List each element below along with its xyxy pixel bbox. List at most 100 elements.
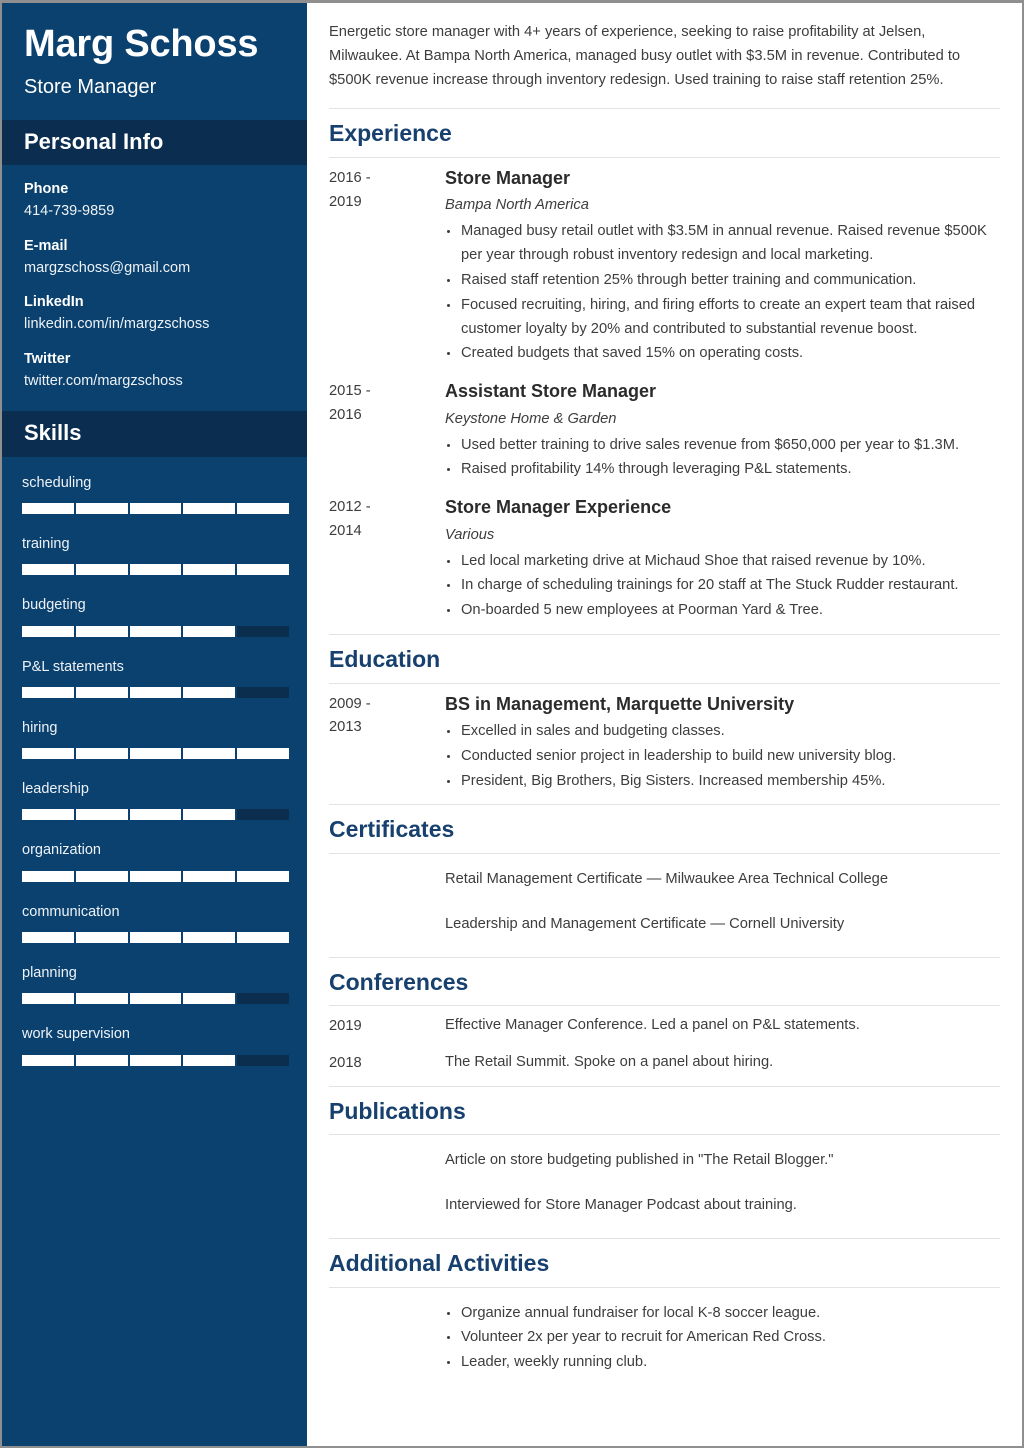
skill-bar-segments <box>22 809 289 821</box>
entry-job-title: Store Manager Experience <box>445 497 672 518</box>
skill-bar-track <box>22 748 289 760</box>
skills-list: scheduling training budgeting P&L statement… <box>2 457 307 1086</box>
bullet-item: Created budgets that saved 15% on operat… <box>445 342 1000 366</box>
skill-bar-segment <box>76 809 130 821</box>
personal-info-heading: Personal Info <box>2 119 307 165</box>
entry-body: BS in Management, Marquette University Ex… <box>445 692 1000 795</box>
skill-label: leadership <box>22 781 89 798</box>
skill-bar-segment <box>130 809 184 821</box>
skill-bar-segment <box>237 871 289 882</box>
skill-bar-segments <box>22 748 289 760</box>
certificates-list: Retail Management Certificate — Milwauke… <box>329 854 1000 957</box>
bullet-item: Used better training to drive sales reve… <box>445 434 1000 458</box>
skill-bar-segment <box>22 993 76 1005</box>
skill-bar-segment <box>237 687 289 698</box>
section-title-conferences: Conferences <box>329 956 1000 1007</box>
bullet-item: Leader, weekly running club. <box>445 1351 1000 1375</box>
skill-bar-segment <box>183 564 238 576</box>
bullet-item: In charge of scheduling trainings for 20… <box>445 574 1000 598</box>
activities-bullets: Organize annual fundraiser for local K-8… <box>445 1302 1000 1375</box>
skill-bar-segment <box>183 993 238 1005</box>
skill-bar-segments <box>22 1054 289 1066</box>
skill-label: budgeting <box>22 597 86 614</box>
entry-date-line: 2016 <box>329 407 362 424</box>
experience-entry: 2012 - 2014 Store Manager Experience Variou… <box>329 495 1000 624</box>
skill-bar-segment <box>183 1054 238 1066</box>
conference-text: The Retail Summit. Spoke on a panel abou… <box>445 1053 774 1070</box>
entry-date-line: 2016 - <box>329 170 371 187</box>
certificate-item: Leadership and Management Certificate — … <box>445 915 845 932</box>
skill-bar-track <box>22 686 289 698</box>
experience-entries: 2016 - 2019 Store Manager Bampa North Ameri… <box>329 158 1000 624</box>
skill-bar-segment <box>76 748 130 760</box>
skill-bar-track <box>22 993 289 1005</box>
bullet-item: Volunteer 2x per year to recruit for Ame… <box>445 1326 1000 1350</box>
conferences-entries: 2019 Effective Manager Conference. Led a … <box>329 1006 1000 1076</box>
main-content: Energetic store manager with 4+ years of… <box>307 3 1022 1446</box>
conference-text: Effective Manager Conference. Led a pane… <box>445 1017 860 1034</box>
skill-bar-segment <box>237 564 289 575</box>
contact-item: Phone 414-739-9859 <box>24 179 285 222</box>
skill-bar-segment <box>183 809 238 821</box>
skill-bar-segment <box>22 686 76 698</box>
publication-item: Interviewed for Store Manager Podcast ab… <box>445 1197 797 1214</box>
skill-bar-segment <box>183 870 238 882</box>
skill-bar-segment <box>237 626 289 637</box>
contact-value[interactable]: margzschoss@gmail.com <box>24 258 285 278</box>
bullet-item: Focused recruiting, hiring, and firing e… <box>445 294 1000 342</box>
personal-info-list: Phone 414-739-9859 E-mail margzschoss@gmail… <box>2 165 307 411</box>
additional-activities-list: Organize annual fundraiser for local K-8… <box>329 1288 1000 1386</box>
bullet-item: Managed busy retail outlet with $3.5M in… <box>445 220 1000 268</box>
entry-date-line: 2015 - <box>329 383 371 400</box>
skill-bar-segment <box>22 503 76 514</box>
section-title-certificates: Certificates <box>329 804 1000 854</box>
contact-item: Twitter twitter.com/margzschoss <box>24 349 285 392</box>
education-entry: 2009 - 2013 BS in Management, Marquette Un… <box>329 692 1000 795</box>
skills-heading: Skills <box>2 411 307 457</box>
skill-bar-segment <box>22 932 76 944</box>
conference-entry: 2018 The Retail Summit. Spoke on a panel … <box>329 1051 1000 1076</box>
skill-bar-segment <box>183 686 238 698</box>
entry-job-title: Assistant Store Manager <box>445 381 657 402</box>
skill-item: hiring <box>22 718 289 760</box>
entry-date-line: 2009 - <box>329 695 371 712</box>
skill-bar-track <box>22 1054 289 1066</box>
skill-bar-segment <box>183 503 238 514</box>
entry-degree: BS in Management, Marquette University <box>445 693 795 714</box>
section-experience: Experience 2016 - 2019 Store Manager Bampa … <box>329 108 1000 624</box>
skill-item: P&L statements <box>22 657 289 698</box>
section-additional-activities: Additional Activities Organize annual fu… <box>329 1237 1000 1386</box>
entry-date: 2018 <box>329 1051 445 1076</box>
bullet-item: Raised staff retention 25% through bette… <box>445 269 1000 293</box>
contact-value[interactable]: twitter.com/margzschoss <box>24 371 285 391</box>
skill-bar-segments <box>22 564 289 576</box>
publication-item: Article on store budgeting published in … <box>445 1152 834 1169</box>
skill-bar-segments <box>22 932 289 944</box>
skill-bar-segment <box>130 993 184 1005</box>
contact-item: LinkedIn linkedin.com/in/margzschoss <box>24 292 285 335</box>
contact-label: LinkedIn <box>24 294 84 311</box>
skill-bar-segments <box>22 870 289 882</box>
skill-bar-segment <box>76 1054 130 1066</box>
skill-bar-segment <box>76 932 130 944</box>
experience-entry: 2015 - 2016 Assistant Store Manager Keyston… <box>329 379 1000 483</box>
entry-company: Bampa North America <box>445 197 589 214</box>
entry-date-line: 2014 <box>329 523 362 540</box>
experience-bullets: Used better training to drive sales reve… <box>445 434 1000 483</box>
section-certificates: Certificates Retail Management Certifica… <box>329 804 1000 956</box>
contact-label: Phone <box>24 180 69 197</box>
skill-bar-track <box>22 625 289 637</box>
entry-date: 2019 <box>329 1014 445 1039</box>
skill-bar-segment <box>22 748 76 760</box>
skill-bar-segment <box>183 625 238 637</box>
entry-body: Store Manager Bampa North America Managed … <box>445 166 1000 367</box>
entry-date: 2015 - 2016 <box>329 379 445 428</box>
skill-bar-segment <box>76 503 130 514</box>
skill-label: planning <box>22 965 77 982</box>
skill-bar-segment <box>130 1054 184 1066</box>
skill-bar-track <box>22 564 289 576</box>
professional-summary: Energetic store manager with 4+ years of… <box>329 24 961 88</box>
contact-value[interactable]: linkedin.com/in/margzschoss <box>24 314 285 334</box>
education-entries: 2009 - 2013 BS in Management, Marquette Un… <box>329 684 1000 795</box>
contact-value[interactable]: 414-739-9859 <box>24 201 285 221</box>
